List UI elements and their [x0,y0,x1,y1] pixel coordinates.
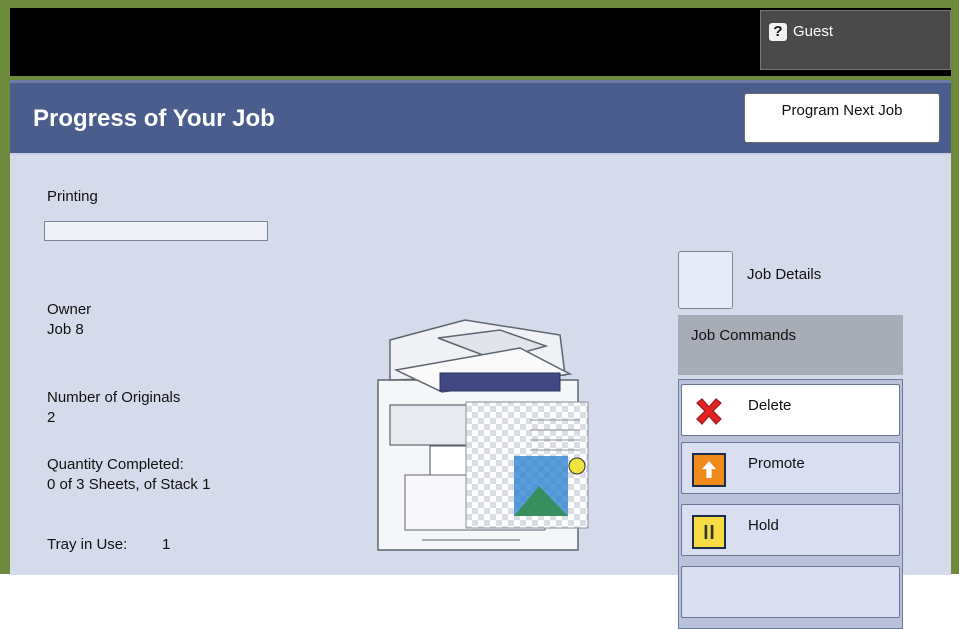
tray-in-use-value: 1 [162,536,171,553]
hold-button[interactable]: Hold [681,504,900,556]
promote-label: Promote [748,455,805,472]
content-area: Printing Owner Job 8 Number of Originals… [10,155,951,629]
promote-icon [692,453,726,487]
guest-button[interactable]: ? Guest [760,10,951,70]
hold-icon [692,515,726,549]
question-icon: ? [769,23,787,41]
job-progress-panel: Progress of Your Job Program Next Job Pr… [10,80,951,629]
page-title: Progress of Your Job [33,105,275,132]
guest-label: Guest [793,23,834,40]
delete-label: Delete [748,397,792,414]
printer-illustration [377,319,589,551]
delete-button[interactable]: Delete [681,384,900,436]
quantity-completed-label: Quantity Completed: [47,456,184,473]
job-commands-header: Job Commands [678,315,903,375]
job-commands-title: Job Commands [691,327,797,344]
screen: ? Guest Progress of Your Job Program Nex… [0,0,959,629]
delete-icon [696,398,722,425]
owner-label: Owner [47,301,92,318]
program-next-job-button[interactable]: Program Next Job [744,93,940,143]
originals-value: 2 [47,409,56,426]
owner-value: Job 8 [47,321,84,338]
job-progress-bar [44,221,268,241]
job-commands-list: Delete Promote Hold [678,379,903,629]
job-details-button[interactable] [678,251,733,309]
originals-label: Number of Originals [47,389,181,406]
tray-in-use-label: Tray in Use: [47,536,128,553]
job-details-label: Job Details [747,266,822,283]
promote-button[interactable]: Promote [681,442,900,494]
job-status-label: Printing [47,188,98,205]
quantity-completed-value: 0 of 3 Sheets, of Stack 1 [47,476,211,493]
hold-label: Hold [748,517,779,534]
title-bar: Progress of Your Job Program Next Job [10,83,951,153]
